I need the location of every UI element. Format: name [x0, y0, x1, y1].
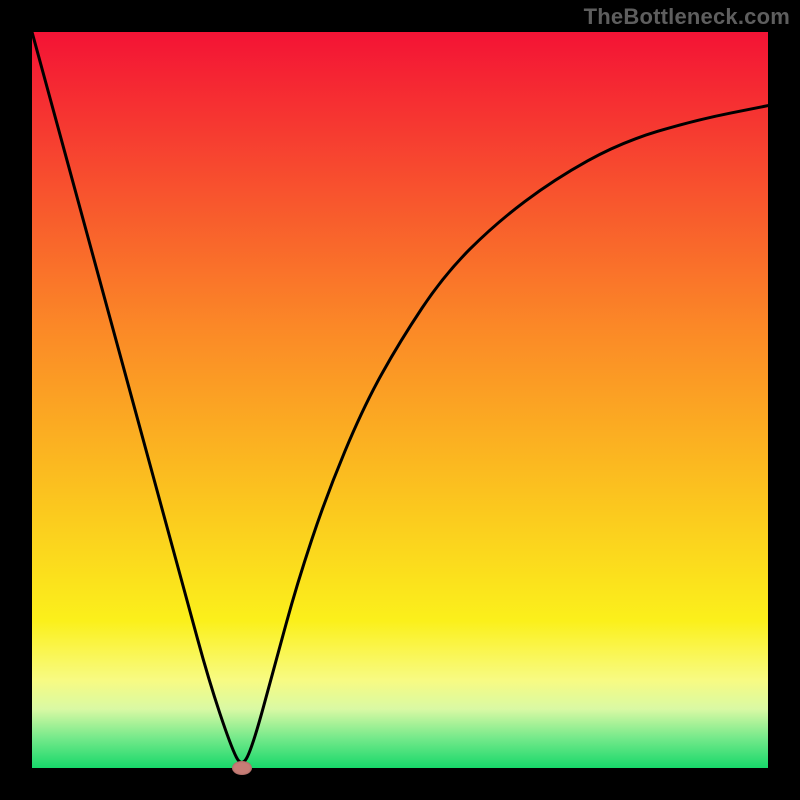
bottleneck-curve [32, 32, 768, 768]
plot-area [32, 32, 768, 768]
optimum-marker [232, 761, 252, 775]
watermark-label: TheBottleneck.com [584, 4, 790, 30]
chart-frame: TheBottleneck.com [0, 0, 800, 800]
